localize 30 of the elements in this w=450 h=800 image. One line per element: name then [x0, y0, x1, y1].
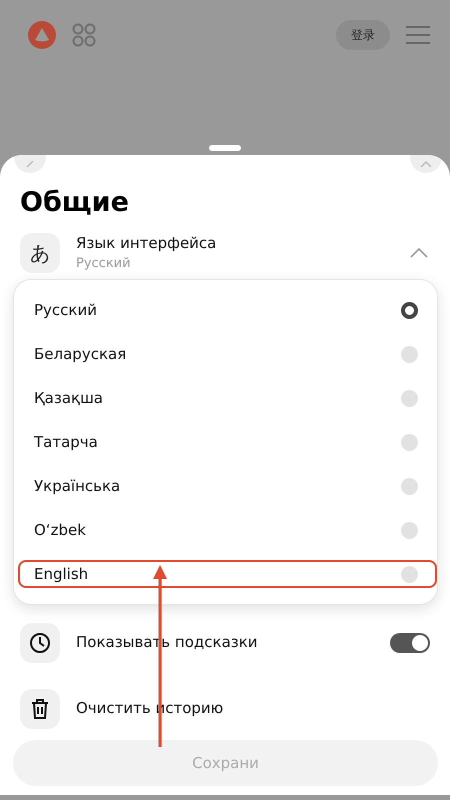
radio-button[interactable]: [401, 434, 418, 450]
clock-icon: [20, 622, 60, 662]
apps-icon[interactable]: [72, 23, 96, 47]
language-option[interactable]: Татарча: [14, 420, 437, 464]
radio-button[interactable]: [401, 390, 418, 406]
radio-button[interactable]: [401, 346, 418, 362]
radio-button[interactable]: [401, 566, 418, 582]
language-option[interactable]: Қазақша: [14, 376, 437, 420]
setting-label: Язык интерфейса: [76, 232, 218, 254]
language-setting-row[interactable]: あ Язык интерфейса Русский: [20, 232, 438, 274]
setting-value: Русский: [76, 255, 132, 273]
language-option[interactable]: Українська: [14, 464, 437, 508]
language-option[interactable]: English: [14, 552, 437, 596]
chevron-up-icon[interactable]: [410, 248, 428, 258]
language-option[interactable]: Русский: [14, 288, 437, 332]
trash-icon: [20, 688, 60, 728]
drag-handle[interactable]: [209, 145, 241, 151]
language-option[interactable]: O‘zbek: [14, 508, 437, 552]
radio-button[interactable]: [401, 522, 418, 538]
logo-icon[interactable]: [28, 21, 56, 49]
language-option[interactable]: Беларуская: [14, 332, 437, 376]
chevron-up-icon: [420, 161, 432, 167]
menu-icon[interactable]: [406, 26, 430, 44]
back-icon: [25, 161, 35, 167]
toggle-switch[interactable]: [390, 632, 430, 652]
section-title: Общие: [20, 186, 130, 220]
language-glyph-icon: あ: [20, 232, 60, 272]
radio-button[interactable]: [401, 478, 418, 494]
login-button[interactable]: 登录: [336, 20, 390, 50]
radio-button[interactable]: [401, 302, 418, 318]
